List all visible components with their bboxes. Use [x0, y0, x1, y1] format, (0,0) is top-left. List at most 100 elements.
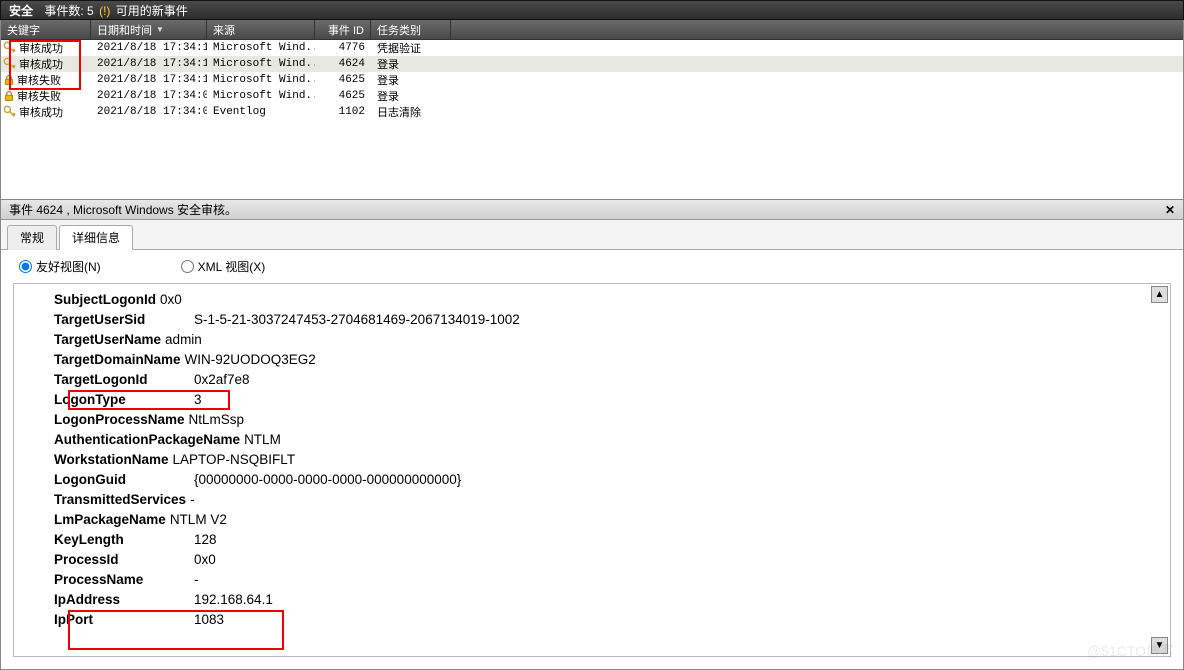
detail-field-key: IpPort [54, 610, 194, 630]
col-header-keyword[interactable]: 关键字 [1, 20, 91, 39]
table-row[interactable]: 审核成功 2021/8/18 17:34:05Eventlog1102日志清除 [1, 104, 1183, 120]
detail-field: AuthenticationPackageNameNTLM [54, 430, 1130, 450]
event-datetime: 2021/8/18 17:34:12 [91, 42, 207, 54]
event-id: 4624 [315, 58, 371, 70]
col-header-datetime[interactable]: 日期和时间 ▼ [91, 20, 207, 39]
detail-field-value: NtLmSsp [189, 410, 245, 430]
detail-field-key: ProcessName [54, 570, 194, 590]
event-keyword: 审核成功 [19, 104, 63, 120]
detail-field: SubjectLogonId0x0 [54, 290, 1130, 310]
detail-field-value: 0x0 [194, 550, 216, 570]
scroll-up-button[interactable]: ▲ [1151, 286, 1168, 303]
detail-field: TargetUserSidS-1-5-21-3037247453-2704681… [54, 310, 1130, 330]
detail-field: LogonGuid{00000000-0000-0000-0000-000000… [54, 470, 1130, 490]
event-detail-panel: 事件 4624 , Microsoft Windows 安全审核。 ✕ 常规 详… [0, 200, 1184, 670]
radio-friendly-view[interactable]: 友好视图(N) [19, 258, 101, 275]
event-list: 关键字 日期和时间 ▼ 来源 事件 ID 任务类别 审核成功 2021/8/18 … [0, 20, 1184, 200]
detail-body: SubjectLogonId0x0TargetUserSidS-1-5-21-3… [13, 283, 1171, 657]
detail-field: LogonProcessNameNtLmSsp [54, 410, 1130, 430]
sort-desc-icon: ▼ [156, 25, 164, 34]
event-count: 5 [87, 4, 94, 18]
detail-field-key: TargetDomainName [54, 350, 181, 370]
detail-field-value: {00000000-0000-0000-0000-000000000000} [194, 470, 461, 490]
detail-field-key: IpAddress [54, 590, 194, 610]
event-keyword: 审核成功 [19, 40, 63, 56]
event-category: 登录 [371, 72, 451, 88]
detail-field-key: TransmittedServices [54, 490, 186, 510]
lock-icon [3, 90, 15, 102]
col-header-eventid[interactable]: 事件 ID [315, 20, 371, 39]
tab-general[interactable]: 常规 [7, 225, 57, 250]
detail-field: TargetDomainNameWIN-92UODOQ3EG2 [54, 350, 1130, 370]
detail-field-value: - [190, 490, 195, 510]
detail-field: KeyLength128 [54, 530, 1130, 550]
event-category: 凭据验证 [371, 40, 451, 56]
event-category: 日志清除 [371, 104, 451, 120]
detail-field-value: 1083 [194, 610, 224, 630]
detail-field-value: WIN-92UODOQ3EG2 [185, 350, 316, 370]
detail-field-key: TargetLogonId [54, 370, 194, 390]
key-icon [3, 41, 17, 55]
event-keyword: 审核失败 [17, 72, 61, 88]
radio-xml-view[interactable]: XML 视图(X) [181, 258, 266, 275]
event-id: 4625 [315, 74, 371, 86]
detail-field-value: LAPTOP-NSQBIFLT [173, 450, 296, 470]
detail-field-value: NTLM V2 [170, 510, 227, 530]
detail-field-value: 3 [194, 390, 202, 410]
event-datetime: 2021/8/18 17:34:10 [91, 74, 207, 86]
lock-icon [3, 74, 15, 86]
detail-field-value: 192.168.64.1 [194, 590, 273, 610]
event-count-label: 事件数: [44, 4, 83, 18]
close-icon[interactable]: ✕ [1165, 200, 1175, 219]
detail-field-value: 0x0 [160, 290, 182, 310]
event-datetime: 2021/8/18 17:34:05 [91, 106, 207, 118]
alert-icon: (!) [99, 4, 110, 18]
detail-field-key: LmPackageName [54, 510, 166, 530]
detail-field-key: LogonGuid [54, 470, 194, 490]
table-row[interactable]: 审核失败 2021/8/18 17:34:10Microsoft Wind...4… [1, 72, 1183, 88]
event-source: Microsoft Wind... [207, 74, 315, 86]
tab-details[interactable]: 详细信息 [59, 225, 133, 250]
view-mode-radio: 友好视图(N) XML 视图(X) [1, 250, 1183, 283]
radio-xml-input[interactable] [181, 260, 194, 273]
detail-field-value: 128 [194, 530, 217, 550]
detail-field: LogonType3 [54, 390, 1130, 410]
detail-field-value: - [194, 570, 199, 590]
detail-titlebar: 事件 4624 , Microsoft Windows 安全审核。 ✕ [1, 200, 1183, 220]
detail-field-value: admin [165, 330, 202, 350]
detail-field-key: ProcessId [54, 550, 194, 570]
event-keyword: 审核失败 [17, 88, 61, 104]
event-datetime: 2021/8/18 17:34:09 [91, 90, 207, 102]
table-row[interactable]: 审核失败 2021/8/18 17:34:09Microsoft Wind...4… [1, 88, 1183, 104]
detail-field: LmPackageNameNTLM V2 [54, 510, 1130, 530]
detail-field: TransmittedServices- [54, 490, 1130, 510]
event-source: Eventlog [207, 106, 315, 118]
detail-field-key: LogonType [54, 390, 194, 410]
detail-field: IpPort1083 [54, 610, 1130, 630]
event-id: 4776 [315, 42, 371, 54]
detail-field: ProcessId0x0 [54, 550, 1130, 570]
detail-field: IpAddress192.168.64.1 [54, 590, 1130, 610]
table-row[interactable]: 审核成功 2021/8/18 17:34:12Microsoft Wind...4… [1, 40, 1183, 56]
event-source: Microsoft Wind... [207, 90, 315, 102]
event-id: 4625 [315, 90, 371, 102]
security-log-titlebar: 安全 事件数: 5 (!) 可用的新事件 [0, 0, 1184, 20]
new-events-label: 可用的新事件 [116, 4, 188, 18]
event-datetime: 2021/8/18 17:34:12 [91, 58, 207, 70]
detail-field: ProcessName- [54, 570, 1130, 590]
col-header-taskcat[interactable]: 任务类别 [371, 20, 451, 39]
detail-field-key: LogonProcessName [54, 410, 185, 430]
titlebar-title: 安全 [9, 4, 33, 18]
detail-field-key: TargetUserName [54, 330, 161, 350]
event-id: 1102 [315, 106, 371, 118]
event-keyword: 审核成功 [19, 56, 63, 72]
detail-field-key: WorkstationName [54, 450, 169, 470]
event-source: Microsoft Wind... [207, 42, 315, 54]
col-header-source[interactable]: 来源 [207, 20, 315, 39]
radio-friendly-input[interactable] [19, 260, 32, 273]
detail-field-key: SubjectLogonId [54, 290, 156, 310]
table-row[interactable]: 审核成功2021/8/18 17:34:12Microsoft Wind...4… [1, 56, 1183, 72]
detail-field-value: S-1-5-21-3037247453-2704681469-206713401… [194, 310, 520, 330]
detail-field-key: KeyLength [54, 530, 194, 550]
detail-field-key: TargetUserSid [54, 310, 194, 330]
